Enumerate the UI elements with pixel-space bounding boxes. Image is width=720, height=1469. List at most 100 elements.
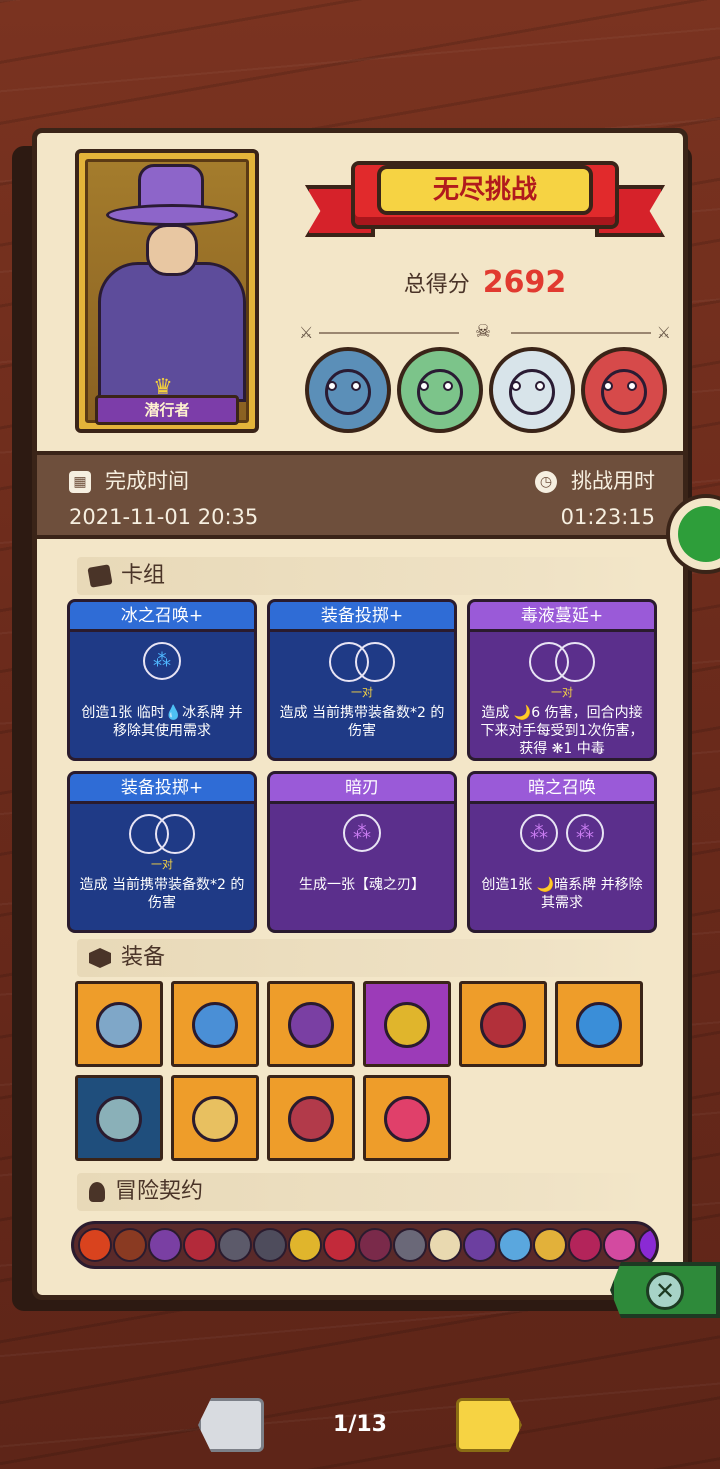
hero-portrait: ♛ 潜行者 bbox=[75, 149, 259, 433]
demon-contract-icon[interactable] bbox=[323, 1228, 357, 1262]
title-banner: 无尽挑战 bbox=[305, 147, 665, 257]
boss-face-art bbox=[509, 369, 555, 415]
flame-contract-icon[interactable] bbox=[78, 1228, 112, 1262]
boss-eye-art bbox=[443, 381, 453, 391]
money-bag-item-icon bbox=[192, 1096, 238, 1142]
ice-orb-icon: ⁂ bbox=[143, 642, 181, 680]
equipment-slot[interactable] bbox=[75, 1075, 163, 1161]
deck-card[interactable]: 暗刃 ⁂ 生成一张【魂之刃】 bbox=[267, 771, 457, 933]
boss-eye-art bbox=[603, 381, 613, 391]
ice-cluster-glyph: ⁂ bbox=[153, 650, 171, 671]
grape-orb-icon: ⁂ bbox=[520, 814, 558, 852]
card-title: 暗刃 bbox=[270, 774, 454, 804]
hero-face-art bbox=[146, 224, 198, 276]
slab-contract-icon[interactable] bbox=[393, 1228, 427, 1262]
deck-section-header: 卡组 bbox=[77, 557, 651, 595]
pink-beast-contract-icon[interactable] bbox=[603, 1228, 637, 1262]
card-description: 创造1张 临时💧冰系牌 并移除其使用需求 bbox=[81, 705, 243, 739]
card-icon-row: ⁂ bbox=[70, 642, 254, 686]
card-subtitle bbox=[470, 858, 654, 872]
finish-time-header: ▦ 完成时间 bbox=[69, 465, 189, 495]
card-title: 冰之召唤+ bbox=[70, 602, 254, 632]
grape-orb-icon: ⁂ bbox=[343, 814, 381, 852]
boss-eye-art bbox=[627, 381, 637, 391]
page-indicator: 1/13 bbox=[333, 1412, 387, 1437]
card-description: 创造1张 🌙暗系牌 并移除其需求 bbox=[481, 877, 643, 911]
time-strip: ▦ 完成时间 ◷ 挑战用时 2021-11-01 20:35 01:23:15 bbox=[37, 451, 683, 539]
bone-contract-icon[interactable] bbox=[428, 1228, 462, 1262]
card-title: 装备投掷+ bbox=[270, 602, 454, 632]
rune-contract-icon[interactable] bbox=[358, 1228, 392, 1262]
equipment-slot[interactable] bbox=[75, 981, 163, 1067]
cards-icon bbox=[87, 564, 113, 588]
shield-contract-icon[interactable] bbox=[148, 1228, 182, 1262]
coin-contract-icon[interactable] bbox=[288, 1228, 322, 1262]
boss-divider: ⚔ ☠ ⚔ bbox=[299, 321, 671, 343]
hero-hat-brim-art bbox=[106, 204, 238, 226]
equipment-slot[interactable] bbox=[459, 981, 547, 1067]
deck-card[interactable]: 暗之召唤 ⁂ ⁂ 创造1张 🌙暗系牌 并移除其需求 bbox=[467, 771, 657, 933]
duration-label: 挑战用时 bbox=[571, 469, 655, 493]
equipment-slot[interactable] bbox=[267, 1075, 355, 1161]
deck-card-grid: 冰之召唤+ ⁂ 创造1张 临时💧冰系牌 并移除其使用需求 装备投掷+ 一对 造成 当前携带… bbox=[67, 599, 663, 933]
equipment-slot[interactable] bbox=[171, 981, 259, 1067]
grape-cluster-glyph: ⁂ bbox=[576, 822, 594, 843]
card-icon-row: ⁂ bbox=[270, 814, 454, 858]
equipment-slot[interactable] bbox=[363, 981, 451, 1067]
vampire-boss-avatar bbox=[581, 347, 667, 433]
next-page-button[interactable] bbox=[456, 1398, 522, 1452]
crossed-swords-left-icon: ⚔ bbox=[299, 323, 314, 342]
card-icon-row bbox=[70, 814, 254, 858]
deck-card[interactable]: 装备投掷+ 一对 造成 当前携带装备数*2 的伤害 bbox=[67, 771, 257, 933]
eye-flask-item-icon bbox=[288, 1002, 334, 1048]
result-panel: ♛ 潜行者 无尽挑战 总得分 2692 ⚔ ☠ ⚔ ▦ 完成时间 ◷ 挑战用时 20… bbox=[32, 128, 688, 1300]
finish-time-value: 2021-11-01 20:35 bbox=[69, 505, 259, 529]
calendar-icon: ▦ bbox=[69, 471, 91, 493]
cube-icon bbox=[89, 948, 111, 968]
deck-card[interactable]: 冰之召唤+ ⁂ 创造1张 临时💧冰系牌 并移除其使用需求 bbox=[67, 599, 257, 761]
contracts-section-title: 冒险契约 bbox=[115, 1179, 204, 1204]
card-title: 装备投掷+ bbox=[70, 774, 254, 804]
box-contract-icon[interactable] bbox=[113, 1228, 147, 1262]
prev-page-button[interactable] bbox=[198, 1398, 264, 1452]
deck-card[interactable]: 毒液蔓延+ 一对 造成 🌙6 伤害，回合内接下来对手每受到1次伤害，获得 ❋1 中毒 bbox=[467, 599, 657, 761]
equipment-slot[interactable] bbox=[363, 1075, 451, 1161]
equipment-slot[interactable] bbox=[267, 981, 355, 1067]
scroll-contract-icon[interactable] bbox=[533, 1228, 567, 1262]
close-button[interactable]: ✕ bbox=[610, 1262, 720, 1318]
grape-cluster-glyph: ⁂ bbox=[353, 822, 371, 843]
duration-header: ◷ 挑战用时 bbox=[535, 465, 655, 495]
pair-icon bbox=[329, 642, 395, 682]
boss-face-art bbox=[601, 369, 647, 415]
score-label: 总得分 bbox=[403, 272, 470, 298]
equipment-slot[interactable] bbox=[555, 981, 643, 1067]
tombstone-contract-icon[interactable] bbox=[218, 1228, 252, 1262]
card-subtitle bbox=[70, 686, 254, 700]
purple-mask-contract-icon[interactable] bbox=[638, 1228, 656, 1262]
skull-contract-icon[interactable] bbox=[463, 1228, 497, 1262]
defeated-bosses bbox=[305, 347, 671, 433]
grape-cluster-glyph: ⁂ bbox=[530, 822, 548, 843]
deck-section-title: 卡组 bbox=[121, 563, 166, 588]
contract-person-icon bbox=[89, 1182, 105, 1202]
jaw-contract-icon[interactable] bbox=[183, 1228, 217, 1262]
pair-icon bbox=[129, 814, 195, 854]
equipment-slot[interactable] bbox=[171, 1075, 259, 1161]
card-description: 生成一张【魂之刃】 bbox=[299, 877, 425, 893]
blue-orb-ring-item-icon bbox=[576, 1002, 622, 1048]
blue-ogre-boss-avatar bbox=[305, 347, 391, 433]
duration-value: 01:23:15 bbox=[560, 505, 655, 529]
heart-lock-contract-icon[interactable] bbox=[568, 1228, 602, 1262]
ice-contract-icon[interactable] bbox=[498, 1228, 532, 1262]
deck-card[interactable]: 装备投掷+ 一对 造成 当前携带装备数*2 的伤害 bbox=[267, 599, 457, 761]
boss-eye-art bbox=[419, 381, 429, 391]
spiked-collar-item-icon bbox=[480, 1002, 526, 1048]
dark-stone-contract-icon[interactable] bbox=[253, 1228, 287, 1262]
green-dragon-boss-avatar bbox=[397, 347, 483, 433]
stopwatch-icon: ◷ bbox=[535, 471, 557, 493]
blue-mushroom-item-icon bbox=[192, 1002, 238, 1048]
card-icon-row: ⁂ ⁂ bbox=[470, 814, 654, 858]
equipment-section-title: 装备 bbox=[121, 945, 166, 970]
axe-blade-item-icon bbox=[96, 1096, 142, 1142]
pair-ring-right bbox=[155, 814, 195, 854]
